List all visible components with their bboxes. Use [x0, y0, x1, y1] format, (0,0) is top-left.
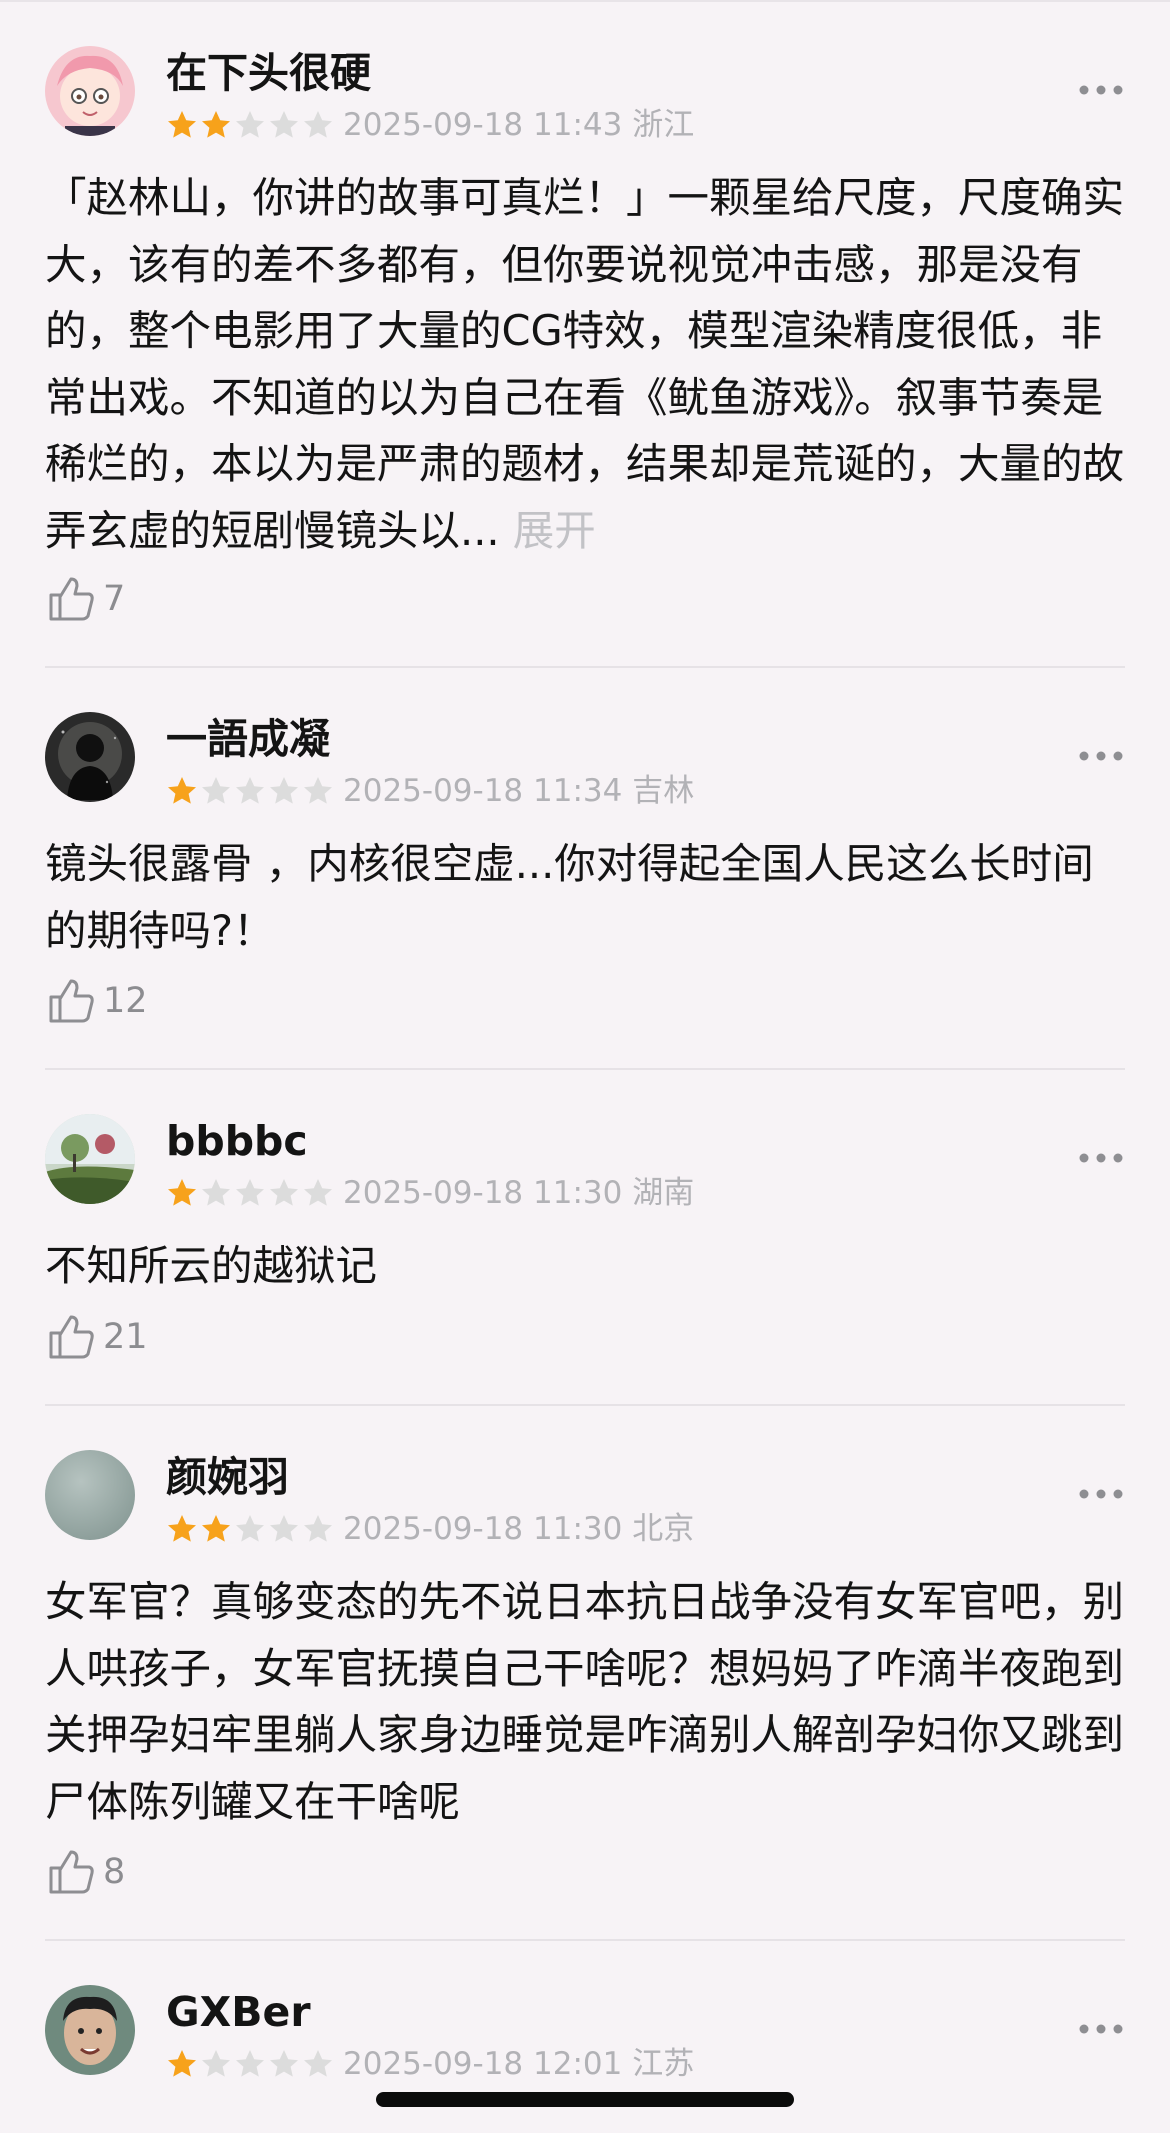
more-dots-icon[interactable]: [1078, 83, 1124, 97]
username[interactable]: 颜婉羽: [166, 1452, 289, 1502]
avatar[interactable]: [45, 1450, 135, 1540]
avatar[interactable]: [45, 712, 135, 802]
star-icon: [200, 1177, 232, 1211]
like-count: 7: [103, 579, 126, 619]
review-datetime: 2025-09-18 11:34: [343, 773, 623, 809]
thumbs-up-icon: [49, 1315, 94, 1359]
review-meta: 2025-09-18 11:30 北京: [343, 1509, 694, 1549]
star-icon: [166, 1177, 198, 1211]
more-dots-icon[interactable]: [1078, 749, 1124, 763]
review-text: 不知所云的越狱记: [45, 1241, 378, 1290]
star-icon: [234, 1513, 266, 1547]
star-icon: [268, 775, 300, 809]
thumbs-up-icon: [49, 979, 94, 1023]
more-dots-icon[interactable]: [1078, 1487, 1124, 1501]
star-icon: [234, 2048, 266, 2082]
review-meta: 2025-09-18 11:43 浙江: [343, 105, 694, 145]
username[interactable]: GXBer: [166, 1987, 311, 2037]
star-rating: [166, 2048, 334, 2082]
like-count: 21: [103, 1317, 148, 1357]
review-location: 浙江: [632, 107, 695, 143]
review-divider: [45, 1068, 1125, 1070]
star-icon: [200, 1513, 232, 1547]
review-meta: 2025-09-18 11:34 吉林: [343, 771, 694, 811]
more-dots-icon[interactable]: [1078, 2022, 1124, 2036]
review-datetime: 2025-09-18 11:30: [343, 1175, 623, 1211]
like-count: 8: [103, 1852, 126, 1892]
review-divider: [45, 1404, 1125, 1406]
review-text: 镜头很露骨 ，内核很空虚...你对得起全国人民这么长时间的期待吗?！: [45, 839, 1094, 955]
review-meta: 2025-09-18 12:01 江苏: [343, 2044, 694, 2084]
top-divider: [0, 0, 1170, 2]
review-location: 吉林: [632, 773, 695, 809]
star-icon: [302, 775, 334, 809]
username[interactable]: bbbbc: [166, 1116, 308, 1166]
star-icon: [200, 2048, 232, 2082]
review-text-content: 「赵林山，你讲的故事可真烂！」一颗星给尺度，尺度确实大，该有的差不多都有，但你要…: [45, 173, 1125, 555]
star-icon: [166, 109, 198, 143]
review-location: 湖南: [632, 1175, 695, 1211]
star-icon: [268, 109, 300, 143]
star-icon: [200, 109, 232, 143]
home-indicator[interactable]: [376, 2092, 794, 2107]
star-icon: [302, 1177, 334, 1211]
review-text: 女军官？真够变态的先不说日本抗日战争没有女军官吧，别人哄孩子，女军官抚摸自己干啥…: [45, 1577, 1125, 1826]
thumbs-up-icon: [49, 577, 94, 621]
star-icon: [268, 1177, 300, 1211]
like-button[interactable]: 8: [47, 1846, 125, 1898]
star-icon: [166, 2048, 198, 2082]
like-button[interactable]: 7: [47, 573, 125, 625]
review-location: 北京: [632, 1511, 695, 1547]
review-divider: [45, 1939, 1125, 1941]
avatar[interactable]: [45, 46, 135, 136]
review-divider: [45, 666, 1125, 668]
star-rating: [166, 1177, 334, 1211]
avatar[interactable]: [45, 1114, 135, 1204]
star-rating: [166, 109, 334, 143]
star-icon: [268, 2048, 300, 2082]
star-icon: [234, 109, 266, 143]
star-icon: [234, 775, 266, 809]
star-rating: [166, 1513, 334, 1547]
username[interactable]: 一語成凝: [166, 714, 330, 764]
star-icon: [302, 1513, 334, 1547]
review-datetime: 2025-09-18 11:43: [343, 107, 623, 143]
like-count: 12: [103, 981, 148, 1021]
thumbs-up-icon: [49, 1850, 94, 1894]
star-icon: [166, 775, 198, 809]
review-datetime: 2025-09-18 12:01: [343, 2046, 623, 2082]
star-icon: [166, 1513, 198, 1547]
star-icon: [302, 109, 334, 143]
review-text: 「赵林山，你讲的故事可真烂！」一颗星给尺度，尺度确实大，该有的差不多都有，但你要…: [45, 165, 1130, 564]
star-icon: [200, 775, 232, 809]
review-datetime: 2025-09-18 11:30: [343, 1511, 623, 1547]
like-button[interactable]: 21: [47, 1311, 148, 1363]
expand-link[interactable]: 展开: [513, 506, 596, 555]
star-icon: [234, 1177, 266, 1211]
star-rating: [166, 775, 334, 809]
avatar[interactable]: [45, 1985, 135, 2075]
like-button[interactable]: 12: [47, 975, 148, 1027]
more-dots-icon[interactable]: [1078, 1151, 1124, 1165]
star-icon: [268, 1513, 300, 1547]
username[interactable]: 在下头很硬: [166, 48, 371, 98]
review-location: 江苏: [632, 2046, 695, 2082]
star-icon: [302, 2048, 334, 2082]
review-meta: 2025-09-18 11:30 湖南: [343, 1173, 694, 1213]
